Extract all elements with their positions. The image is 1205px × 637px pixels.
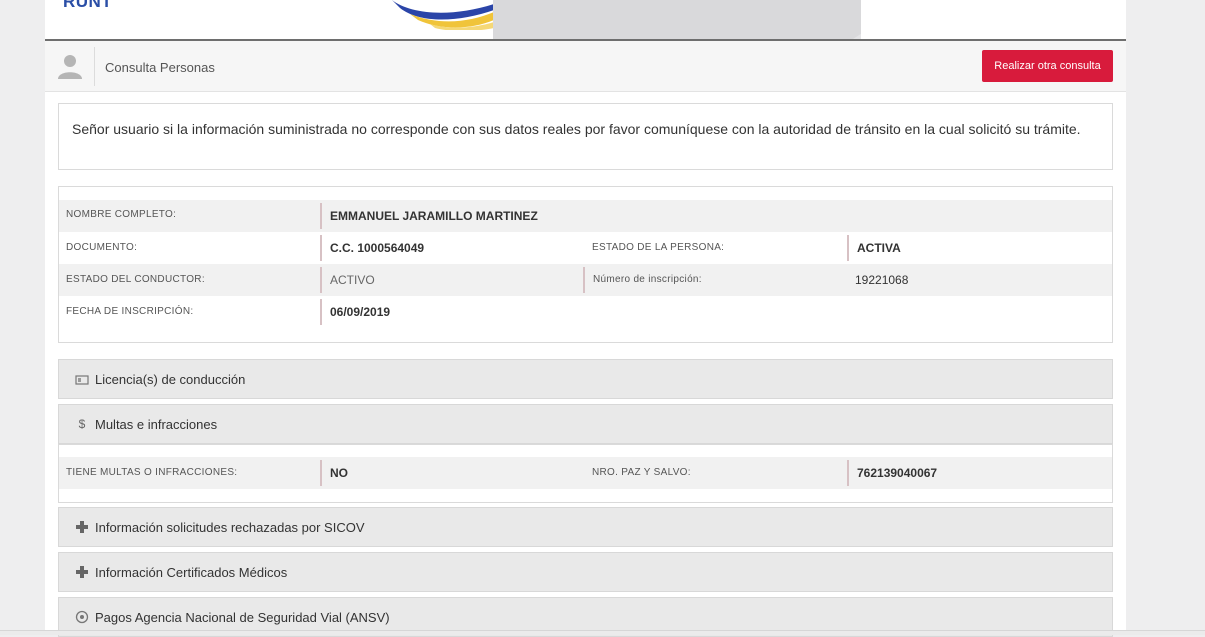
registration-date-value: 06/09/2019 bbox=[320, 299, 390, 325]
document-label: DOCUMENTO: bbox=[66, 242, 138, 253]
section-medical[interactable]: Información Certificados Médicos bbox=[58, 552, 1113, 592]
table-row: TIENE MULTAS O INFRACCIONES: NO NRO. PAZ… bbox=[59, 457, 1112, 489]
user-icon bbox=[58, 55, 82, 79]
id-card-icon bbox=[75, 375, 89, 385]
window-bottom-edge bbox=[0, 630, 1205, 635]
plus-cross-icon bbox=[76, 566, 88, 578]
has-fines-label: TIENE MULTAS O INFRACCIONES: bbox=[66, 467, 238, 478]
table-row: DOCUMENTO: C.C. 1000564049 ESTADO DE LA … bbox=[59, 232, 1112, 264]
page-title: Consulta Personas bbox=[105, 60, 215, 75]
table-row: FECHA DE INSCRIPCIÓN: 06/09/2019 bbox=[59, 296, 1112, 328]
section-sicov[interactable]: Información solicitudes rechazadas por S… bbox=[58, 507, 1113, 547]
section-sicov-label: Información solicitudes rechazadas por S… bbox=[95, 520, 365, 535]
page-container: RUNT Consulta Personas Realizar otra con… bbox=[45, 0, 1126, 637]
plus-cross-icon bbox=[76, 521, 88, 533]
section-fines-label: Multas e infracciones bbox=[95, 417, 218, 432]
full-name-value: EMMANUEL JARAMILLO MARTINEZ bbox=[320, 203, 538, 229]
registration-number-label: Número de inscripción: bbox=[583, 267, 702, 293]
fines-data-panel: TIENE MULTAS O INFRACCIONES: NO NRO. PAZ… bbox=[58, 444, 1113, 503]
driver-status-value: ACTIVO bbox=[320, 267, 375, 293]
dollar-icon: $ bbox=[78, 417, 86, 431]
clearance-number-label: NRO. PAZ Y SALVO: bbox=[592, 467, 691, 478]
table-row: ESTADO DEL CONDUCTOR: ACTIVO Número de i… bbox=[59, 264, 1112, 296]
section-fines[interactable]: $ Multas e infracciones bbox=[58, 404, 1113, 444]
section-licenses-label: Licencia(s) de conducción bbox=[95, 372, 246, 387]
new-query-button[interactable]: Realizar otra consulta bbox=[982, 50, 1113, 82]
full-name-label: NOMBRE COMPLETO: bbox=[66, 209, 177, 220]
title-bar: Consulta Personas Realizar otra consulta bbox=[45, 41, 1126, 92]
clearance-number-value: 762139040067 bbox=[847, 460, 937, 486]
logo-swoosh-graphic bbox=[392, 0, 494, 30]
registration-number-value: 19221068 bbox=[855, 273, 909, 287]
person-status-value: ACTIVA bbox=[847, 235, 901, 261]
payment-icon bbox=[75, 610, 89, 624]
has-fines-value: NO bbox=[320, 460, 348, 486]
person-data-panel: NOMBRE COMPLETO: EMMANUEL JARAMILLO MART… bbox=[58, 186, 1113, 343]
registration-date-label: FECHA DE INSCRIPCIÓN: bbox=[66, 306, 194, 317]
runt-logo: RUNT bbox=[63, 0, 113, 11]
header-banner: RUNT bbox=[45, 0, 1126, 41]
section-ansv-label: Pagos Agencia Nacional de Seguridad Vial… bbox=[95, 610, 390, 625]
section-medical-label: Información Certificados Médicos bbox=[95, 565, 288, 580]
table-row: NOMBRE COMPLETO: EMMANUEL JARAMILLO MART… bbox=[59, 200, 1112, 232]
driver-status-label: ESTADO DEL CONDUCTOR: bbox=[66, 274, 205, 285]
person-status-label: ESTADO DE LA PERSONA: bbox=[592, 242, 725, 253]
section-licenses[interactable]: Licencia(s) de conducción bbox=[58, 359, 1113, 399]
notice-message: Señor usuario si la información suminist… bbox=[58, 103, 1113, 170]
document-value: C.C. 1000564049 bbox=[320, 235, 424, 261]
